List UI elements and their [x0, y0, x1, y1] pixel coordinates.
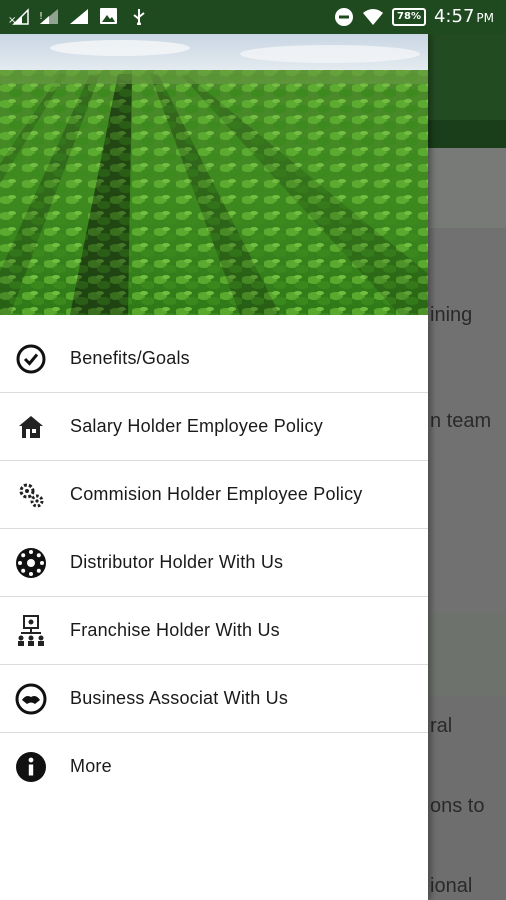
battery-indicator: 78%: [392, 7, 426, 26]
distributor-wheel-icon: [14, 546, 48, 580]
menu-item-more[interactable]: More: [0, 733, 428, 800]
background-text: ional: [430, 875, 473, 897]
wifi-icon: [363, 8, 384, 25]
menu-item-business-associat[interactable]: Business Associat With Us: [0, 665, 428, 733]
menu-item-distributor-holder[interactable]: Distributor Holder With Us: [0, 529, 428, 597]
info-icon: [14, 750, 48, 784]
menu-item-label: More: [70, 756, 112, 776]
house-icon: [14, 410, 48, 444]
crop-field-image: [0, 34, 428, 315]
signal-no-service-icon: ×: [8, 8, 29, 25]
menu-item-commision-holder-policy[interactable]: Commision Holder Employee Policy: [0, 461, 428, 529]
drawer-header-image: [0, 34, 428, 315]
franchise-network-icon: [14, 614, 48, 648]
menu-item-label: Distributor Holder With Us: [70, 552, 284, 572]
status-left-icons: × !: [8, 7, 150, 25]
gears-icon: [14, 478, 48, 512]
check-circle-icon: [14, 342, 48, 376]
status-bar: × ! 78% 4:57 PM: [0, 0, 506, 34]
menu-item-label: Benefits/Goals: [70, 348, 190, 368]
menu-item-benefits-goals[interactable]: Benefits/Goals: [0, 325, 428, 393]
status-time: 4:57 PM: [433, 6, 494, 27]
menu-item-salary-holder-policy[interactable]: Salary Holder Employee Policy: [0, 393, 428, 461]
status-right-icons: 78% 4:57 PM: [334, 6, 494, 27]
menu-item-label: Commision Holder Employee Policy: [70, 484, 363, 504]
menu-item-label: Business Associat With Us: [70, 688, 289, 708]
background-text: ons to: [430, 795, 485, 817]
signal-full-icon: [70, 9, 88, 24]
navigation-drawer: Benefits/Goals Salary Holder Employee Po…: [0, 34, 428, 900]
background-text: ining: [430, 304, 473, 326]
background-text: ral: [430, 715, 453, 737]
menu-item-label: Salary Holder Employee Policy: [70, 416, 323, 436]
image-icon: [100, 8, 117, 24]
usb-icon: [133, 9, 145, 25]
background-text: n team: [430, 410, 492, 432]
menu-item-franchise-holder[interactable]: Franchise Holder With Us: [0, 597, 428, 665]
svg-text:!: !: [39, 11, 43, 22]
menu-item-label: Franchise Holder With Us: [70, 620, 280, 640]
signal-weak-icon: !: [39, 9, 58, 24]
drawer-menu: Benefits/Goals Salary Holder Employee Po…: [0, 325, 428, 800]
do-not-disturb-icon: [335, 7, 354, 26]
handshake-icon: [14, 682, 48, 716]
